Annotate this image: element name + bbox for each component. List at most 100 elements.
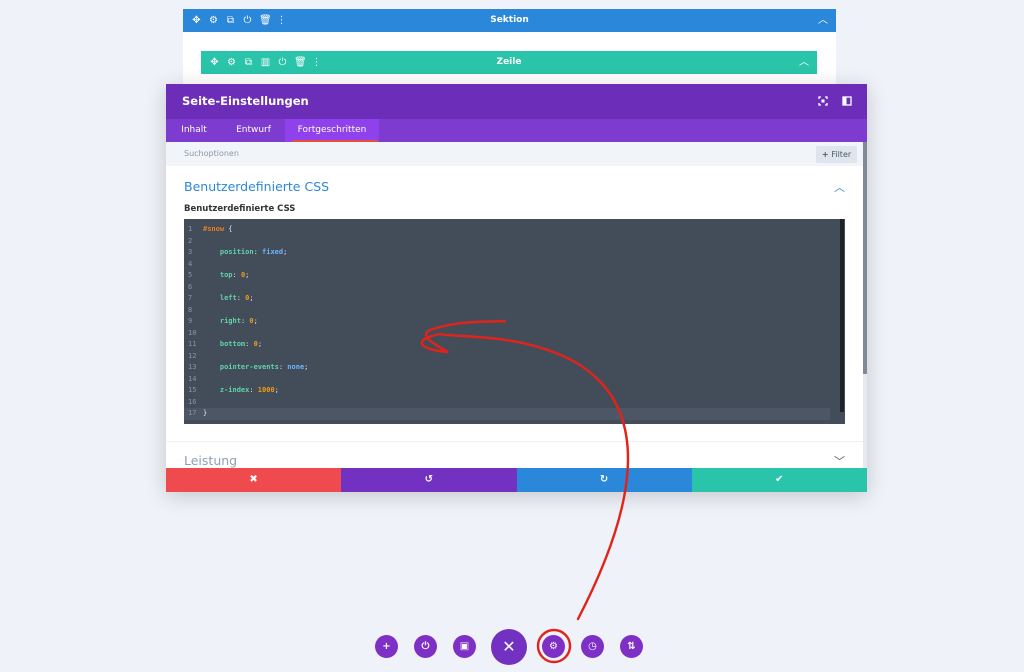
- code-line[interactable]: 10: [184, 328, 830, 340]
- page-settings-modal: Seite-Einstellungen Inhalt Entwurf Fortg…: [166, 84, 867, 492]
- line-number: 17: [188, 409, 197, 417]
- code-text: right: 0;: [203, 316, 258, 328]
- modal-header[interactable]: Seite-Einstellungen: [166, 84, 867, 119]
- code-token: ;: [245, 271, 250, 279]
- code-text: }: [203, 408, 207, 420]
- filter-button[interactable]: + Filter: [816, 146, 857, 163]
- code-token: :: [253, 248, 263, 256]
- options-search-bar[interactable]: Suchoptionen + Filter: [166, 142, 863, 166]
- code-token: ;: [283, 248, 288, 256]
- power-icon: ⏻: [421, 641, 430, 652]
- line-number: 11: [188, 340, 197, 348]
- add-button[interactable]: +: [375, 635, 398, 658]
- code-line[interactable]: 2: [184, 236, 830, 248]
- code-line[interactable]: 4: [184, 259, 830, 271]
- code-text: top: 0;: [203, 270, 250, 282]
- code-line[interactable]: 1 #snow {: [184, 224, 830, 236]
- code-token: ;: [304, 363, 309, 371]
- redo-icon: ↻: [599, 474, 609, 485]
- code-line[interactable]: 16: [184, 397, 830, 409]
- line-number: 7: [188, 294, 193, 302]
- section-divider: [166, 441, 863, 442]
- code-text: z-index: 1000;: [203, 385, 279, 397]
- custom-css-section-title[interactable]: Benutzerdefinierte CSS: [184, 179, 329, 194]
- undo-icon: ↺: [424, 474, 434, 485]
- tab-fortgeschritten[interactable]: Fortgeschritten: [285, 119, 379, 142]
- code-line[interactable]: 13 pointer-events: none;: [184, 362, 830, 374]
- code-token: left: [203, 294, 237, 302]
- line-number: 6: [188, 282, 193, 291]
- code-text: bottom: 0;: [203, 339, 262, 351]
- code-line[interactable]: 15 z-index: 1000;: [184, 385, 830, 397]
- section-title: Sektion: [490, 15, 529, 25]
- tab-entwurf[interactable]: Entwurf: [222, 119, 285, 142]
- close-icon: ✖: [249, 474, 258, 485]
- code-text: position: fixed;: [203, 247, 287, 259]
- code-text: left: 0;: [203, 293, 254, 305]
- undo-button[interactable]: ↺: [341, 468, 517, 492]
- disable-button[interactable]: ⏻: [414, 635, 437, 658]
- gear-icon: ⚙: [549, 641, 558, 652]
- line-number: 13: [188, 363, 197, 371]
- plus-icon: +: [821, 150, 832, 159]
- chevron-up-icon[interactable]: ︿: [834, 179, 845, 195]
- filter-label: Filter: [831, 150, 852, 159]
- performance-section-title[interactable]: Leistung: [184, 453, 237, 468]
- code-line[interactable]: 11 bottom: 0;: [184, 339, 830, 351]
- line-number: 16: [188, 397, 197, 406]
- code-line[interactable]: 12: [184, 351, 830, 363]
- portability-button[interactable]: ⇅: [620, 635, 643, 658]
- code-token: pointer-events: [203, 363, 279, 371]
- line-number: 5: [188, 271, 193, 279]
- chevron-down-icon[interactable]: ﹀: [834, 453, 845, 469]
- code-token: fixed: [262, 248, 284, 256]
- code-line[interactable]: 7 left: 0;: [184, 293, 830, 305]
- close-builder-button[interactable]: ✕: [491, 629, 527, 665]
- close-icon: ✕: [502, 637, 516, 656]
- code-token: :: [232, 271, 241, 279]
- code-line[interactable]: 14: [184, 374, 830, 386]
- row-toolbar[interactable]: ✥ ⚙ ⧉ ▥ ⏻ 🗑 ⋮ Zeile ︿: [201, 51, 817, 74]
- delete-button[interactable]: ▣: [453, 635, 476, 658]
- code-token: right: [203, 317, 241, 325]
- clock-icon: ◷: [588, 641, 597, 652]
- chevron-up-icon[interactable]: ︿: [799, 51, 809, 74]
- line-number: 4: [188, 259, 193, 268]
- modal-scrollbar-thumb[interactable]: [863, 142, 867, 374]
- trash-icon: ▣: [459, 641, 470, 652]
- page-settings-button[interactable]: ⚙: [542, 635, 565, 658]
- row-title: Zeile: [496, 57, 522, 67]
- code-text: #snow {: [203, 224, 233, 236]
- code-line[interactable]: 6: [184, 282, 830, 294]
- fullscreen-icon[interactable]: [818, 96, 828, 106]
- modal-title: Seite-Einstellungen: [182, 94, 309, 108]
- modal-tabs: Inhalt Entwurf Fortgeschritten: [166, 119, 867, 142]
- code-line[interactable]: 8: [184, 305, 830, 317]
- search-options-label[interactable]: Suchoptionen: [184, 142, 239, 166]
- code-line[interactable]: 5 top: 0;: [184, 270, 830, 282]
- code-token: ;: [253, 317, 258, 325]
- code-token: {: [224, 225, 233, 233]
- code-line[interactable]: 9 right: 0;: [184, 316, 830, 328]
- code-token: :: [249, 386, 258, 394]
- chevron-up-icon[interactable]: ︿: [818, 9, 828, 32]
- discard-button[interactable]: ✖: [166, 468, 342, 492]
- code-token: z-index: [203, 386, 250, 394]
- section-toolbar[interactable]: ✥ ⚙ ⧉ ⏻ 🗑 ⋮ Sektion ︿: [183, 9, 836, 32]
- code-token: ;: [257, 340, 263, 348]
- css-code-editor[interactable]: 1 #snow {2 3 position: fixed; 4 5 top: 0; 6 7 …: [184, 219, 845, 424]
- code-token: ;: [274, 386, 279, 394]
- line-number: 3: [188, 248, 193, 256]
- save-button[interactable]: ✔: [691, 468, 867, 492]
- line-number: 14: [188, 374, 197, 383]
- check-icon: ✔: [775, 474, 784, 485]
- history-button[interactable]: ◷: [581, 635, 604, 658]
- code-line[interactable]: 3 position: fixed;: [184, 247, 830, 259]
- tab-inhalt[interactable]: Inhalt: [166, 119, 222, 142]
- editor-scrollbar[interactable]: [840, 219, 844, 412]
- dock-sidebar-icon[interactable]: [842, 96, 852, 106]
- redo-button[interactable]: ↻: [516, 468, 692, 492]
- line-number: 1: [188, 225, 193, 233]
- code-text: pointer-events: none;: [203, 362, 309, 374]
- code-line[interactable]: 17}: [184, 408, 830, 420]
